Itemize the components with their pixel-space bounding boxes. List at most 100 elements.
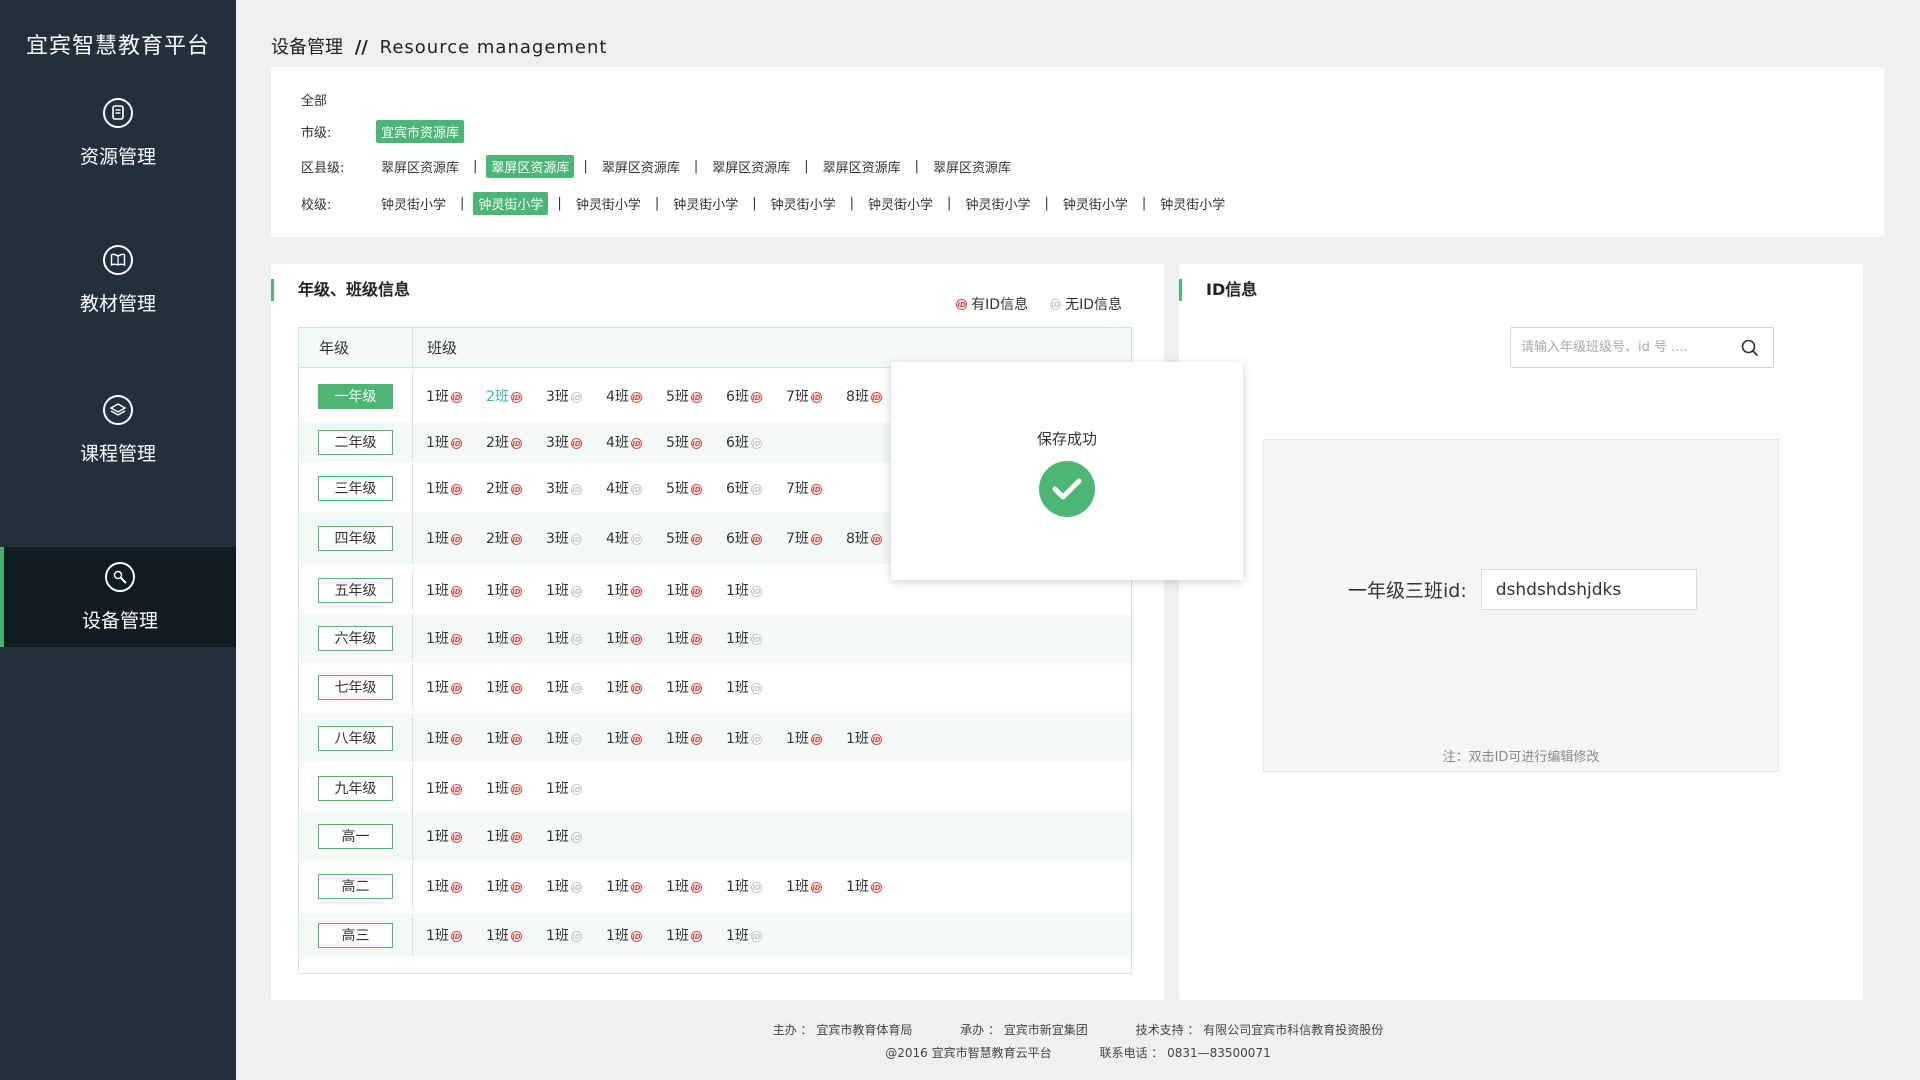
grade-button[interactable]: 高三: [318, 922, 393, 948]
class-item[interactable]: 1班 ID: [546, 580, 606, 600]
class-item[interactable]: 3班 ID: [546, 528, 606, 548]
class-item[interactable]: 4班 ID: [606, 432, 666, 452]
class-item[interactable]: 1班 ID: [426, 580, 486, 600]
sidebar-item-resource[interactable]: 资源管理: [0, 83, 236, 183]
filter-county-option[interactable]: 翠屏区资源库: [707, 155, 795, 178]
class-item[interactable]: 1班 ID: [666, 925, 726, 945]
class-item[interactable]: 1班 ID: [426, 528, 486, 548]
grade-button[interactable]: 高二: [318, 873, 393, 899]
class-item[interactable]: 1班 ID: [486, 925, 546, 945]
class-item[interactable]: 2班 ID: [486, 386, 546, 406]
class-item[interactable]: 7班 ID: [786, 528, 846, 548]
search-input[interactable]: [1521, 340, 1741, 355]
class-item[interactable]: 1班 ID: [846, 876, 906, 896]
filter-all[interactable]: 全部: [301, 88, 332, 111]
class-item[interactable]: 1班 ID: [426, 826, 486, 846]
class-item[interactable]: 1班 ID: [606, 677, 666, 697]
class-item[interactable]: 4班 ID: [606, 528, 666, 548]
filter-county-option[interactable]: 翠屏区资源库: [928, 155, 1016, 178]
class-item[interactable]: 3班 ID: [546, 432, 606, 452]
filter-school-option[interactable]: 钟灵街小学: [473, 192, 549, 215]
filter-city-option[interactable]: 宜宾市资源库: [376, 120, 465, 143]
class-item[interactable]: 3班 ID: [546, 386, 606, 406]
class-item[interactable]: 1班 ID: [426, 728, 486, 748]
class-item[interactable]: 1班 ID: [426, 432, 486, 452]
filter-school-option[interactable]: 钟灵街小学: [668, 192, 743, 215]
class-item[interactable]: 1班 ID: [486, 628, 546, 648]
class-item[interactable]: 1班 ID: [666, 728, 726, 748]
class-item[interactable]: 1班 ID: [486, 876, 546, 896]
class-item[interactable]: 1班 ID: [546, 876, 606, 896]
class-item[interactable]: 1班 ID: [726, 728, 786, 748]
filter-school-option[interactable]: 钟灵街小学: [571, 192, 646, 215]
class-item[interactable]: 1班 ID: [726, 628, 786, 648]
filter-county-option[interactable]: 翠屏区资源库: [486, 155, 575, 178]
grade-button[interactable]: 高一: [318, 823, 393, 849]
class-item[interactable]: 1班 ID: [846, 728, 906, 748]
id-field-input[interactable]: [1480, 569, 1697, 610]
class-item[interactable]: 1班 ID: [786, 876, 846, 896]
class-item[interactable]: 1班 ID: [486, 728, 546, 748]
class-item[interactable]: 3班 ID: [546, 478, 606, 498]
class-item[interactable]: 1班 ID: [606, 580, 666, 600]
class-item[interactable]: 1班 ID: [726, 580, 786, 600]
class-item[interactable]: 1班 ID: [666, 628, 726, 648]
class-item[interactable]: 1班 ID: [606, 728, 666, 748]
class-item[interactable]: 1班 ID: [486, 580, 546, 600]
class-item[interactable]: 5班 ID: [666, 432, 726, 452]
class-item[interactable]: 1班 ID: [426, 478, 486, 498]
class-item[interactable]: 1班 ID: [606, 876, 666, 896]
class-item[interactable]: 1班 ID: [426, 876, 486, 896]
class-item[interactable]: 1班 ID: [426, 628, 486, 648]
filter-school-option[interactable]: 钟灵街小学: [1155, 192, 1230, 215]
filter-school-option[interactable]: 钟灵街小学: [1058, 192, 1133, 215]
class-item[interactable]: 1班 ID: [546, 728, 606, 748]
grade-button[interactable]: 五年级: [318, 577, 393, 603]
filter-school-option[interactable]: 钟灵街小学: [766, 192, 841, 215]
class-item[interactable]: 1班 ID: [546, 826, 606, 846]
class-item[interactable]: 1班 ID: [426, 778, 486, 798]
class-item[interactable]: 1班 ID: [726, 677, 786, 697]
class-item[interactable]: 6班 ID: [726, 432, 786, 452]
filter-school-option[interactable]: 钟灵街小学: [960, 192, 1035, 215]
class-item[interactable]: 1班 ID: [786, 728, 846, 748]
sidebar-item-textbook[interactable]: 教材管理: [0, 230, 236, 330]
class-item[interactable]: 1班 ID: [726, 876, 786, 896]
class-item[interactable]: 1班 ID: [666, 677, 726, 697]
sidebar-item-device[interactable]: 设备管理: [0, 547, 236, 647]
class-item[interactable]: 7班 ID: [786, 478, 846, 498]
class-item[interactable]: 6班 ID: [726, 528, 786, 548]
class-item[interactable]: 6班 ID: [726, 478, 786, 498]
filter-county-option[interactable]: 翠屏区资源库: [818, 155, 906, 178]
class-item[interactable]: 4班 ID: [606, 478, 666, 498]
class-item[interactable]: 2班 ID: [486, 478, 546, 498]
filter-county-option[interactable]: 翠屏区资源库: [376, 155, 464, 178]
filter-school-option[interactable]: 钟灵街小学: [376, 192, 451, 215]
filter-county-option[interactable]: 翠屏区资源库: [597, 155, 685, 178]
class-item[interactable]: 5班 ID: [666, 478, 726, 498]
class-item[interactable]: 1班 ID: [546, 628, 606, 648]
grade-button[interactable]: 二年级: [318, 429, 393, 455]
grade-button[interactable]: 一年级: [318, 383, 393, 409]
class-item[interactable]: 7班 ID: [786, 386, 846, 406]
grade-button[interactable]: 三年级: [318, 475, 393, 501]
class-item[interactable]: 1班 ID: [666, 876, 726, 896]
class-item[interactable]: 1班 ID: [486, 778, 546, 798]
filter-school-option[interactable]: 钟灵街小学: [863, 192, 938, 215]
class-item[interactable]: 1班 ID: [426, 925, 486, 945]
class-item[interactable]: 1班 ID: [546, 677, 606, 697]
class-item[interactable]: 1班 ID: [666, 580, 726, 600]
class-item[interactable]: 1班 ID: [726, 925, 786, 945]
search-icon[interactable]: [1741, 339, 1759, 357]
class-item[interactable]: 1班 ID: [486, 677, 546, 697]
class-item[interactable]: 1班 ID: [606, 925, 666, 945]
grade-button[interactable]: 七年级: [318, 674, 393, 700]
class-item[interactable]: 1班 ID: [606, 628, 666, 648]
sidebar-item-course[interactable]: 课程管理: [0, 380, 236, 480]
class-item[interactable]: 4班 ID: [606, 386, 666, 406]
class-item[interactable]: 5班 ID: [666, 528, 726, 548]
class-item[interactable]: 1班 ID: [426, 677, 486, 697]
class-item[interactable]: 2班 ID: [486, 528, 546, 548]
class-item[interactable]: 1班 ID: [546, 778, 606, 798]
grade-button[interactable]: 六年级: [318, 625, 393, 651]
